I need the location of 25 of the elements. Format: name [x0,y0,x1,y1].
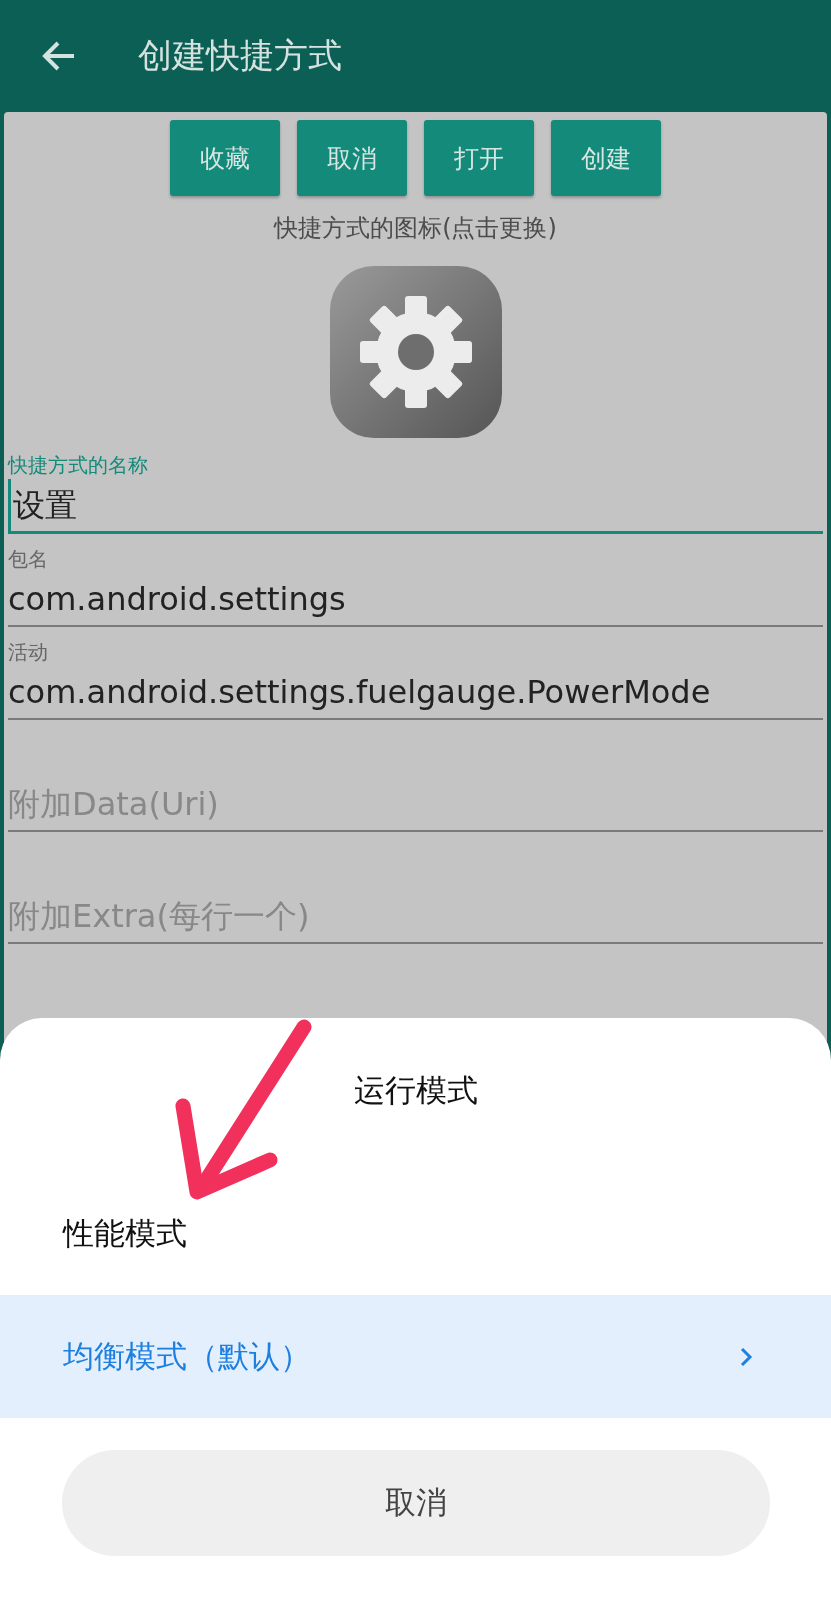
field-placeholder: 附加Data(Uri) [8,784,219,825]
field-value: 设置 [8,479,77,531]
field-label: 快捷方式的名称 [8,452,148,479]
text-field[interactable]: 活动 com.android.settings.fuelgauge.PowerMode [8,639,823,720]
field-value: com.android.settings.fuelgauge.PowerMode [8,672,711,713]
action-button[interactable]: 收藏 [170,120,280,196]
text-field[interactable]: 附加Data(Uri) [8,778,823,832]
sheet-title: 运行模式 [352,1071,479,1110]
screen-title: 创建快捷方式 [138,34,342,77]
field-value: com.android.settings [8,579,346,620]
action-button[interactable]: 取消 [297,120,407,196]
action-button[interactable]: 打开 [424,120,534,196]
chevron-icon [739,1345,753,1368]
cancel-button[interactable]: 取消 [61,1450,770,1556]
gear-icon[interactable] [327,264,504,440]
text-field[interactable]: 包名 com.android.settings [8,546,823,627]
text-field[interactable]: 快捷方式的名称 设置 [8,452,823,534]
mode-option[interactable]: 均衡模式（默认） [0,1295,831,1418]
mode-option[interactable]: 性能模式 [0,1172,831,1295]
text-field[interactable]: 附加Extra(每行一个) [8,890,823,944]
icon-caption: 快捷方式的图标(点击更换) [272,213,558,244]
field-placeholder: 附加Extra(每行一个) [8,896,310,937]
action-button[interactable]: 创建 [551,120,661,196]
field-label: 活动 [8,639,48,666]
field-label: 包名 [8,546,48,573]
